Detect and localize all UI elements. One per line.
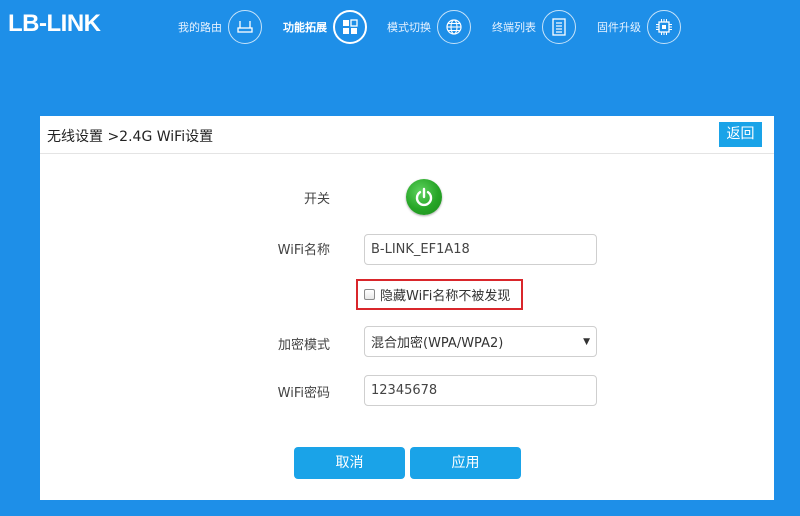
nav-label: 终端列表 — [492, 21, 536, 34]
encryption-select[interactable]: 混合加密(WPA/WPA2) ▼ — [364, 326, 597, 357]
password-label: WiFi密码 — [277, 386, 330, 401]
list-icon — [542, 10, 576, 44]
top-header: LB-LINK 我的路由 功能拓展 模式切换 终端列表 固件升级 — [0, 0, 800, 56]
switch-label: 开关 — [303, 192, 330, 207]
cancel-button[interactable]: 取消 — [294, 447, 405, 479]
apply-button[interactable]: 应用 — [410, 447, 521, 479]
dropdown-arrow-icon: ▼ — [583, 336, 590, 347]
nav-item-firmware-upgrade[interactable]: 固件升级 — [597, 9, 681, 45]
nav-item-features[interactable]: 功能拓展 — [283, 9, 367, 45]
panel-header: 无线设置 >2.4G WiFi设置 返回 — [40, 116, 774, 154]
wifi-settings-panel: 无线设置 >2.4G WiFi设置 返回 开关 WiFi名称 隐藏WiFi名称不… — [40, 116, 774, 500]
power-icon — [415, 187, 433, 207]
breadcrumb: 无线设置 >2.4G WiFi设置 — [47, 129, 214, 145]
back-button[interactable]: 返回 — [719, 122, 762, 147]
nav-label: 功能拓展 — [283, 21, 327, 34]
hide-ssid-option[interactable]: 隐藏WiFi名称不被发现 — [356, 279, 523, 310]
nav-label: 我的路由 — [178, 21, 222, 34]
hide-ssid-checkbox[interactable] — [364, 289, 375, 300]
ssid-label: WiFi名称 — [277, 243, 330, 258]
router-icon — [228, 10, 262, 44]
power-toggle[interactable] — [406, 179, 442, 215]
nav-item-mode-switch[interactable]: 模式切换 — [387, 9, 471, 45]
encryption-select-value: 混合加密(WPA/WPA2) — [371, 336, 504, 351]
nav-label: 固件升级 — [597, 21, 641, 34]
brand-logo[interactable]: LB-LINK — [8, 10, 101, 38]
ssid-input[interactable] — [364, 234, 597, 265]
nav-item-my-router[interactable]: 我的路由 — [178, 9, 262, 45]
nav-item-device-list[interactable]: 终端列表 — [492, 9, 576, 45]
encryption-label: 加密模式 — [277, 338, 330, 353]
password-input[interactable] — [364, 375, 597, 406]
logo-text: LB-LINK — [8, 10, 101, 37]
grid-icon — [333, 10, 367, 44]
chip-icon — [647, 10, 681, 44]
globe-icon — [437, 10, 471, 44]
nav-label: 模式切换 — [387, 21, 431, 34]
hide-ssid-label: 隐藏WiFi名称不被发现 — [380, 289, 511, 304]
